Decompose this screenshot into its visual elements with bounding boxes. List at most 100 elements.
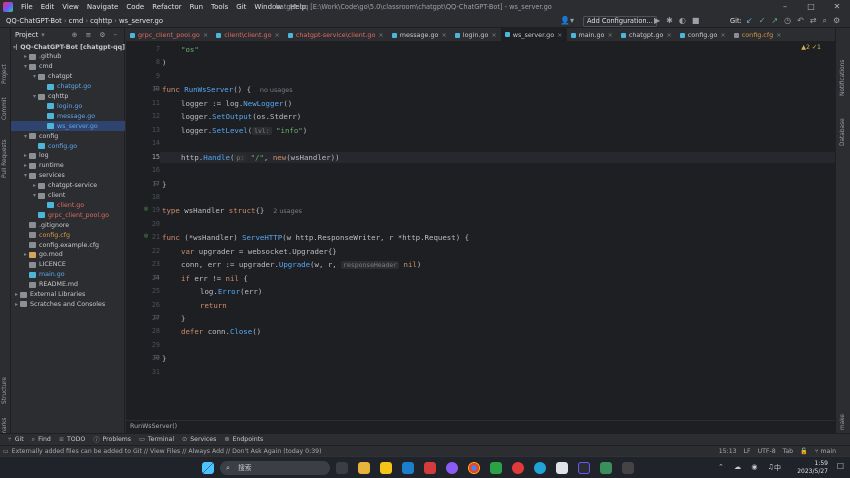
menu-code[interactable]: Code <box>122 3 148 11</box>
tree-item[interactable]: chatgpt.go <box>11 82 125 92</box>
code-line[interactable]: logger.SetOutput(os.Stderr) <box>181 112 301 121</box>
code-line[interactable]: http.Handle(p: "/", new(wsHandler)) <box>181 153 340 162</box>
implementation-gutter-icon[interactable]: ◎ <box>144 206 148 212</box>
tool-window-make[interactable]: make <box>840 414 846 430</box>
notification-icon[interactable]: ☐ <box>837 462 844 471</box>
code-line[interactable]: logger.SetLevel(lvl: "info") <box>181 126 307 135</box>
coverage-icon[interactable]: ◐ <box>679 15 686 27</box>
tool-window-structure[interactable]: Structure <box>2 377 8 404</box>
tab[interactable]: grpc_client_pool.go × <box>126 28 212 41</box>
chevron-right-icon[interactable]: ▸ <box>13 291 20 298</box>
close-tab-icon[interactable]: × <box>720 31 725 39</box>
line-number[interactable]: 13 <box>146 126 160 134</box>
line-number[interactable]: 26 <box>146 301 160 309</box>
tree-item[interactable]: ▾ QQ-ChatGPT-Bot [chatgpt-qq] <box>11 42 125 52</box>
app-browser-red-icon[interactable] <box>512 462 524 474</box>
add-configuration-button[interactable]: Add Configuration... <box>583 16 657 27</box>
line-number[interactable]: 15 <box>146 153 160 161</box>
app-terminal-icon[interactable] <box>336 462 348 474</box>
maximize-icon[interactable]: □ <box>798 0 824 14</box>
menu-refactor[interactable]: Refactor <box>148 3 185 11</box>
tree-item[interactable]: ▾ config <box>11 131 125 141</box>
tree-item[interactable]: ▾ cmd <box>11 62 125 72</box>
tree-item[interactable]: ▸ .github <box>11 52 125 62</box>
nav-crumb-file[interactable]: ws_server.go <box>117 17 165 25</box>
code-line[interactable]: } <box>162 180 166 189</box>
close-tab-icon[interactable]: × <box>491 31 496 39</box>
menu-view[interactable]: View <box>58 3 83 11</box>
code-line[interactable]: conn, err := upgrader.Upgrade(w, r, resp… <box>181 260 421 270</box>
status-panel-icon[interactable]: ▭ <box>3 448 9 455</box>
search-everywhere-icon[interactable]: ⌕ <box>823 15 827 27</box>
close-tab-icon[interactable]: × <box>203 31 208 39</box>
code-line[interactable]: type wsHandler struct{} 2 usages <box>162 206 302 215</box>
fold-icon[interactable]: ⊟ <box>154 274 159 281</box>
tree-item[interactable]: config.example.cfg <box>11 240 125 250</box>
menu-file[interactable]: File <box>17 3 37 11</box>
start-icon[interactable] <box>202 462 214 474</box>
tool-endpoints[interactable]: ⊛ Endpoints <box>224 436 263 443</box>
tool-services[interactable]: ⊙ Services <box>182 436 216 443</box>
code-editor[interactable]: 7 8 9 10 11 12 13 14 15 16 17 18 19 20 21 22 23 24 25 26 27 2… <box>126 42 835 420</box>
nav-crumb-cqhttp[interactable]: cqhttp <box>88 17 114 25</box>
implementation-gutter-icon[interactable]: ◎ <box>144 233 148 239</box>
app-photos-icon[interactable] <box>600 462 612 474</box>
git-push-icon[interactable]: ↗ <box>771 15 778 27</box>
line-number[interactable]: 12 <box>146 112 160 120</box>
menu-navigate[interactable]: Navigate <box>83 3 122 11</box>
tab[interactable]: config.cfg × <box>730 28 786 41</box>
user-icon[interactable]: 👤▾ <box>560 15 574 27</box>
settings-icon[interactable]: ⚙ <box>833 15 840 27</box>
tab[interactable]: message.go × <box>388 28 451 41</box>
close-tab-icon[interactable]: × <box>557 31 562 39</box>
code-line[interactable]: func (*wsHandler) ServeHTTP(w http.Respo… <box>162 233 469 242</box>
chevron-right-icon[interactable]: ▸ <box>22 152 29 159</box>
code-line[interactable]: var upgrader = websocket.Upgrader{} <box>181 247 337 256</box>
tree-item[interactable]: config.go <box>11 141 125 151</box>
tool-window-pull-requests[interactable]: Pull Requests <box>2 139 8 178</box>
chevron-down-icon[interactable]: ▾ <box>22 172 29 179</box>
goland-icon[interactable] <box>578 462 590 474</box>
close-tab-icon[interactable]: × <box>776 31 781 39</box>
app-store-icon[interactable] <box>402 462 414 474</box>
tool-terminal[interactable]: ▭ Terminal <box>139 436 174 443</box>
menu-run[interactable]: Run <box>186 3 207 11</box>
tree-item[interactable]: config.cfg <box>11 230 125 240</box>
nav-crumb-cmd[interactable]: cmd <box>67 17 86 25</box>
tab[interactable]: chatgpt-service\client.go × <box>284 28 388 41</box>
tree-item[interactable]: login.go <box>11 101 125 111</box>
tree-item[interactable]: ▾ client <box>11 191 125 201</box>
fold-icon[interactable]: ⊟ <box>154 180 159 187</box>
tree-item-selected[interactable]: ws_server.go <box>11 121 125 132</box>
line-number[interactable]: 22 <box>146 247 160 255</box>
chevron-down-icon[interactable]: ▾ <box>22 133 29 140</box>
input-language[interactable]: 中 <box>774 463 781 473</box>
debug-icon[interactable]: ✱ <box>666 15 673 27</box>
chrome-icon[interactable] <box>468 462 480 474</box>
code-line[interactable]: return <box>200 301 227 310</box>
tab[interactable]: client\client.go × <box>212 28 284 41</box>
menu-edit[interactable]: Edit <box>37 3 59 11</box>
code-line[interactable]: logger := log.NewLogger() <box>181 99 292 108</box>
tree-item[interactable]: ▸ External Libraries <box>11 290 125 300</box>
minimize-icon[interactable]: – <box>772 0 798 14</box>
tab[interactable]: chatgpt.go × <box>617 28 676 41</box>
tab-active[interactable]: ws_server.go × <box>500 28 567 41</box>
inlay-usages[interactable]: 2 usages <box>273 207 302 215</box>
run-icon[interactable]: ▶ <box>654 15 660 27</box>
tree-item[interactable]: grpc_client_pool.go <box>11 210 125 220</box>
chevron-down-icon[interactable]: ▾ <box>41 31 44 39</box>
fold-icon[interactable]: ⊟ <box>154 354 159 361</box>
git-history-icon[interactable]: ◷ <box>784 15 791 27</box>
tool-window-commit[interactable]: Commit <box>2 97 8 120</box>
tree-item[interactable]: message.go <box>11 111 125 121</box>
git-update-icon[interactable]: ↙ <box>746 15 753 27</box>
chevron-right-icon[interactable]: ▸ <box>22 162 29 169</box>
fold-icon[interactable]: ⊟ <box>154 85 159 92</box>
line-number[interactable]: 23 <box>146 260 160 268</box>
close-tab-icon[interactable]: × <box>274 31 279 39</box>
code-line[interactable]: func RunWsServer() { no usages <box>162 85 293 94</box>
tool-window-project[interactable]: Project <box>2 64 8 84</box>
edge-icon[interactable] <box>534 462 546 474</box>
tree-item[interactable]: ▸ chatgpt-service <box>11 181 125 191</box>
